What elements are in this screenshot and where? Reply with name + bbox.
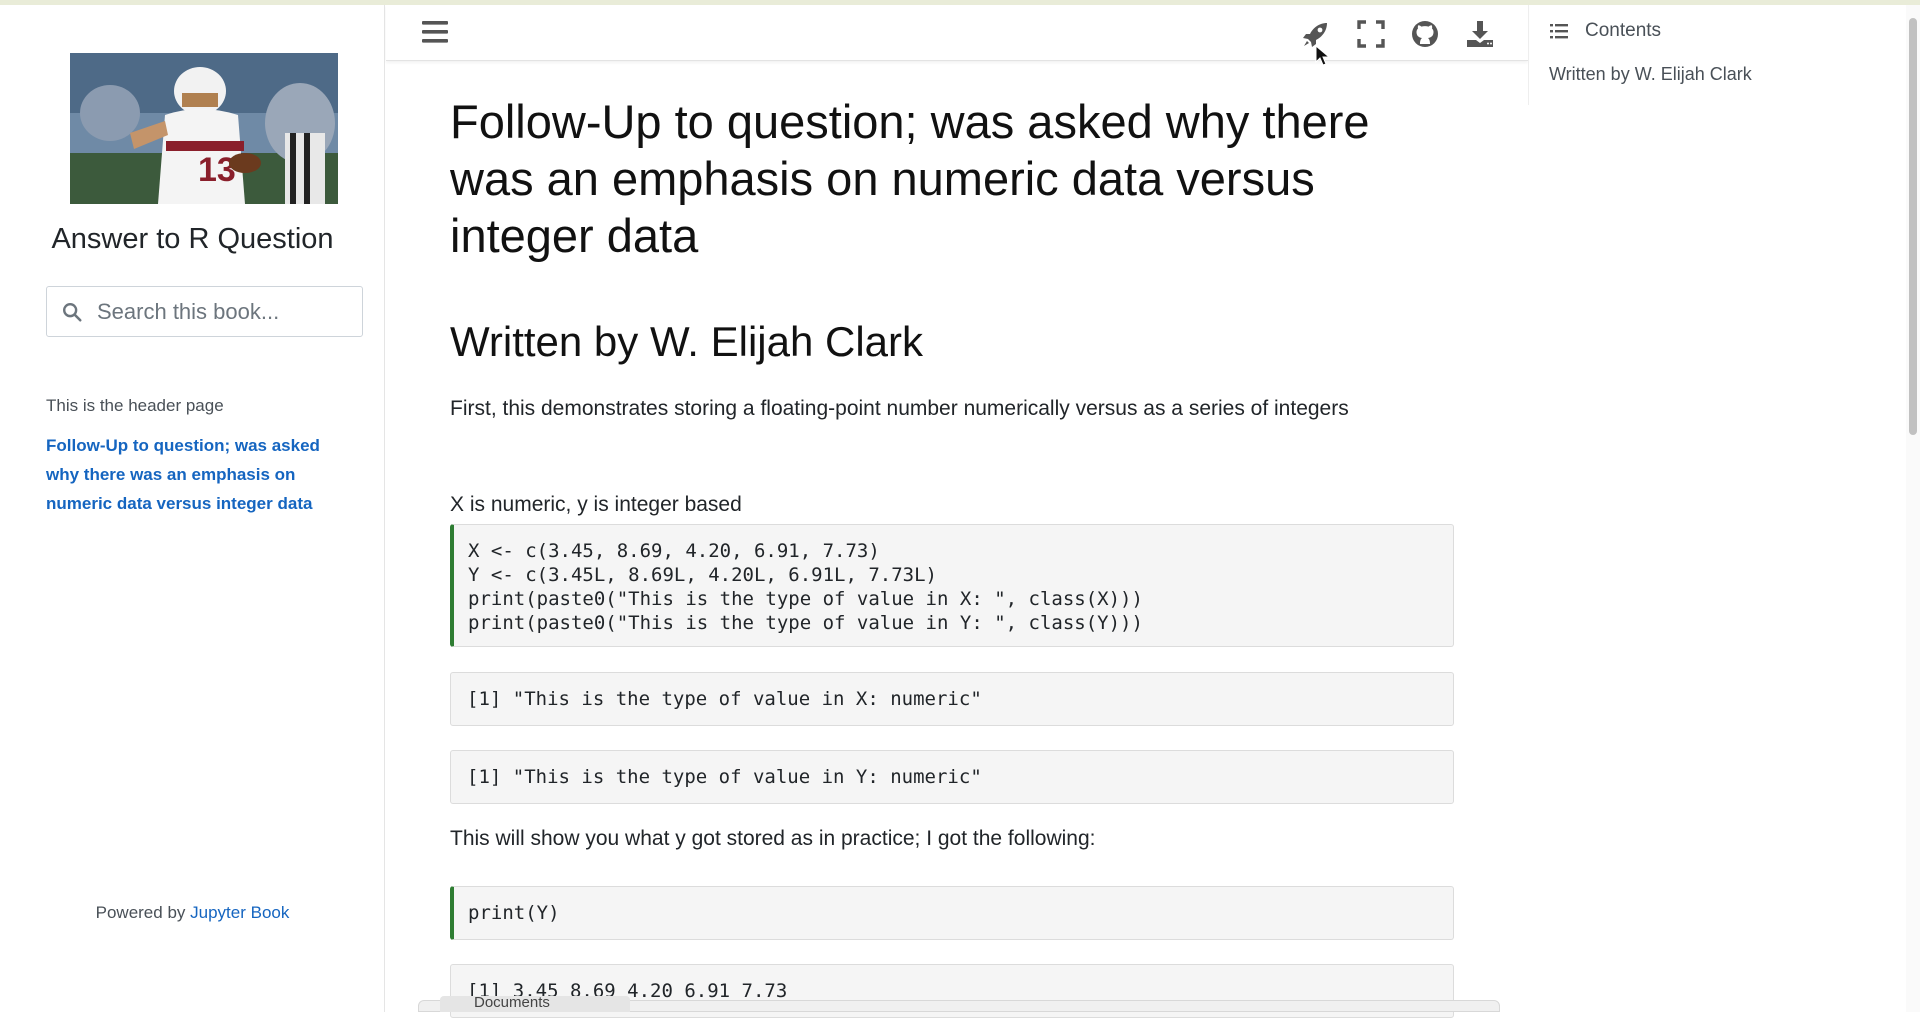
sidebar: 13 Answer to R Question This is the head… — [0, 5, 385, 1012]
code-line: X <- c(3.45, 8.69, 4.20, 6.91, 7.73) — [468, 540, 880, 562]
powered-by-text: Powered by — [95, 903, 186, 922]
header-toolbar — [386, 5, 1528, 61]
intro-paragraph: First, this demonstrates storing a float… — [450, 397, 1349, 420]
menu-icon[interactable] — [420, 19, 450, 45]
github-icon[interactable] — [1409, 18, 1441, 50]
output-cell-2: [1] "This is the type of value in Y: num… — [450, 750, 1454, 804]
toc-item-written-by[interactable]: Written by W. Elijah Clark — [1549, 64, 1752, 85]
download-icon[interactable] — [1464, 18, 1496, 50]
code-cell-1[interactable]: X <- c(3.45, 8.69, 4.20, 6.91, 7.73) Y <… — [450, 524, 1454, 647]
code-line: print(paste0("This is the type of value … — [468, 588, 1143, 610]
byline-heading: Written by W. Elijah Clark — [450, 318, 924, 365]
taskbar-tab-label: Documents — [474, 996, 550, 1011]
code-label-paragraph: X is numeric, y is integer based — [450, 493, 742, 516]
code-line: print(paste0("This is the type of value … — [468, 612, 1143, 634]
output-text: [1] "This is the type of value in X: num… — [467, 688, 982, 710]
search-icon — [63, 302, 82, 322]
toc-title: Contents — [1585, 20, 1662, 41]
table-of-contents: Contents Written by W. Elijah Clark — [1528, 5, 1908, 105]
page-title: Follow-Up to question; was asked why the… — [450, 95, 1370, 262]
powered-by-footer: Powered by Jupyter Book — [0, 903, 385, 923]
output-text: [1] "This is the type of value in Y: num… — [467, 766, 982, 788]
search-box[interactable] — [46, 286, 363, 337]
code-line: Y <- c(3.45L, 8.69L, 4.20L, 6.91L, 7.73L… — [468, 564, 937, 586]
code-line: print(Y) — [468, 902, 560, 924]
search-input[interactable] — [97, 298, 337, 325]
nav-caption: This is the header page — [46, 396, 224, 415]
list-icon — [1550, 24, 1568, 39]
nav-item-follow-up[interactable]: Follow-Up to question; was asked why the… — [46, 431, 346, 518]
practice-paragraph: This will show you what y got stored as … — [450, 827, 1096, 850]
jupyter-book-link[interactable]: Jupyter Book — [190, 903, 289, 922]
book-logo-image[interactable]: 13 — [70, 53, 338, 204]
taskbar-documents-tab[interactable]: Documents — [440, 996, 630, 1012]
code-cell-2[interactable]: print(Y) — [450, 886, 1454, 940]
mouse-cursor-icon — [1315, 45, 1331, 66]
fullscreen-icon[interactable] — [1355, 18, 1387, 50]
svg-text:13: 13 — [198, 151, 236, 189]
site-title[interactable]: Answer to R Question — [0, 223, 385, 256]
scrollbar-thumb[interactable] — [1909, 18, 1917, 435]
output-cell-1: [1] "This is the type of value in X: num… — [450, 672, 1454, 726]
